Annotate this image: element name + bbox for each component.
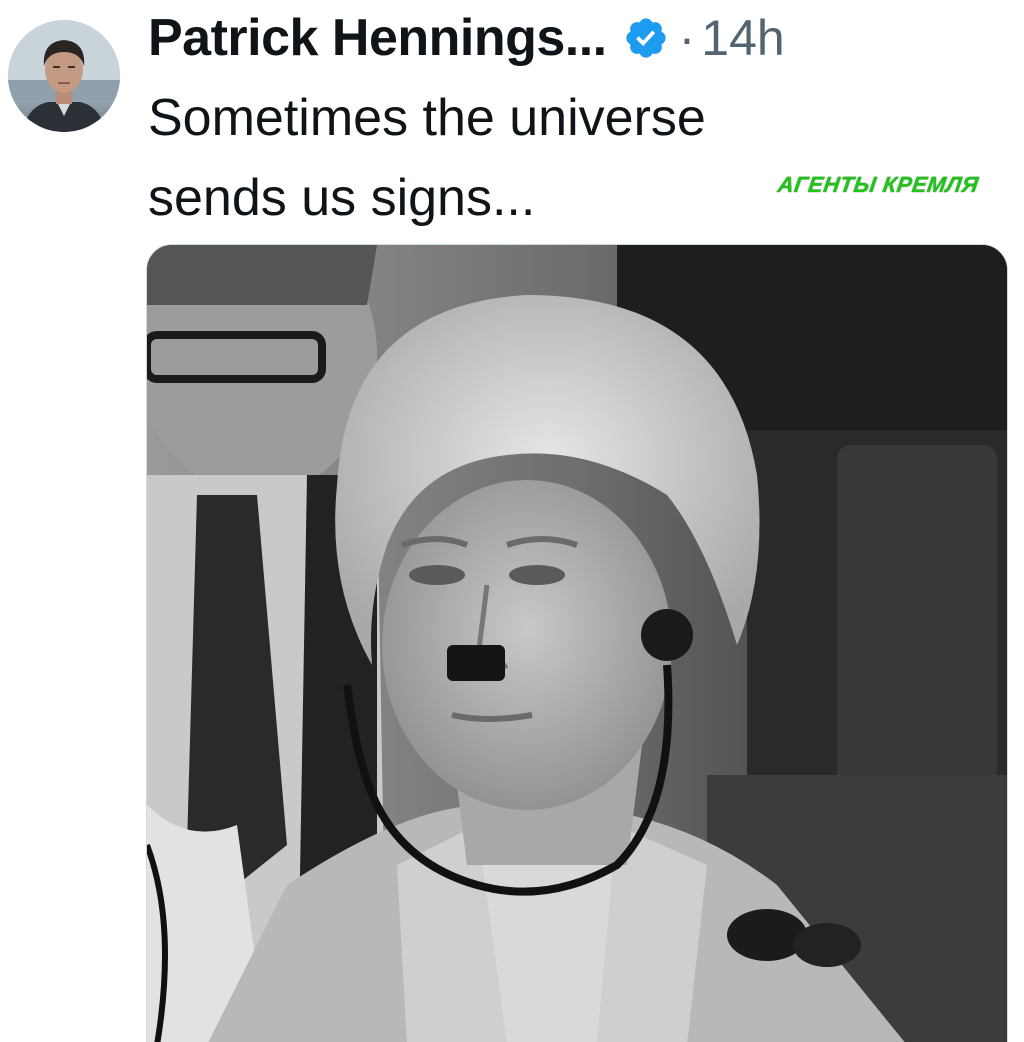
header-separator: ·	[678, 10, 696, 66]
tweet-header: Patrick Hennings... · 14h	[148, 6, 785, 70]
tweet-timestamp[interactable]: 14h	[701, 9, 784, 67]
watermark-text: АГЕНТЫ КРЕМЛЯ	[776, 172, 981, 197]
author-avatar[interactable]	[8, 20, 120, 132]
photo-grayscale-woman-with-headset	[147, 245, 1007, 1042]
tweet-text: Sometimes the universe sends us signs...	[148, 89, 706, 227]
verified-badge-icon[interactable]	[623, 15, 669, 61]
author-display-name[interactable]: Patrick Hennings...	[148, 8, 607, 68]
tweet: Patrick Hennings... · 14h Sometimes the …	[0, 0, 1024, 1042]
tweet-media-photo[interactable]	[146, 244, 1008, 1042]
avatar-photo	[8, 20, 120, 132]
